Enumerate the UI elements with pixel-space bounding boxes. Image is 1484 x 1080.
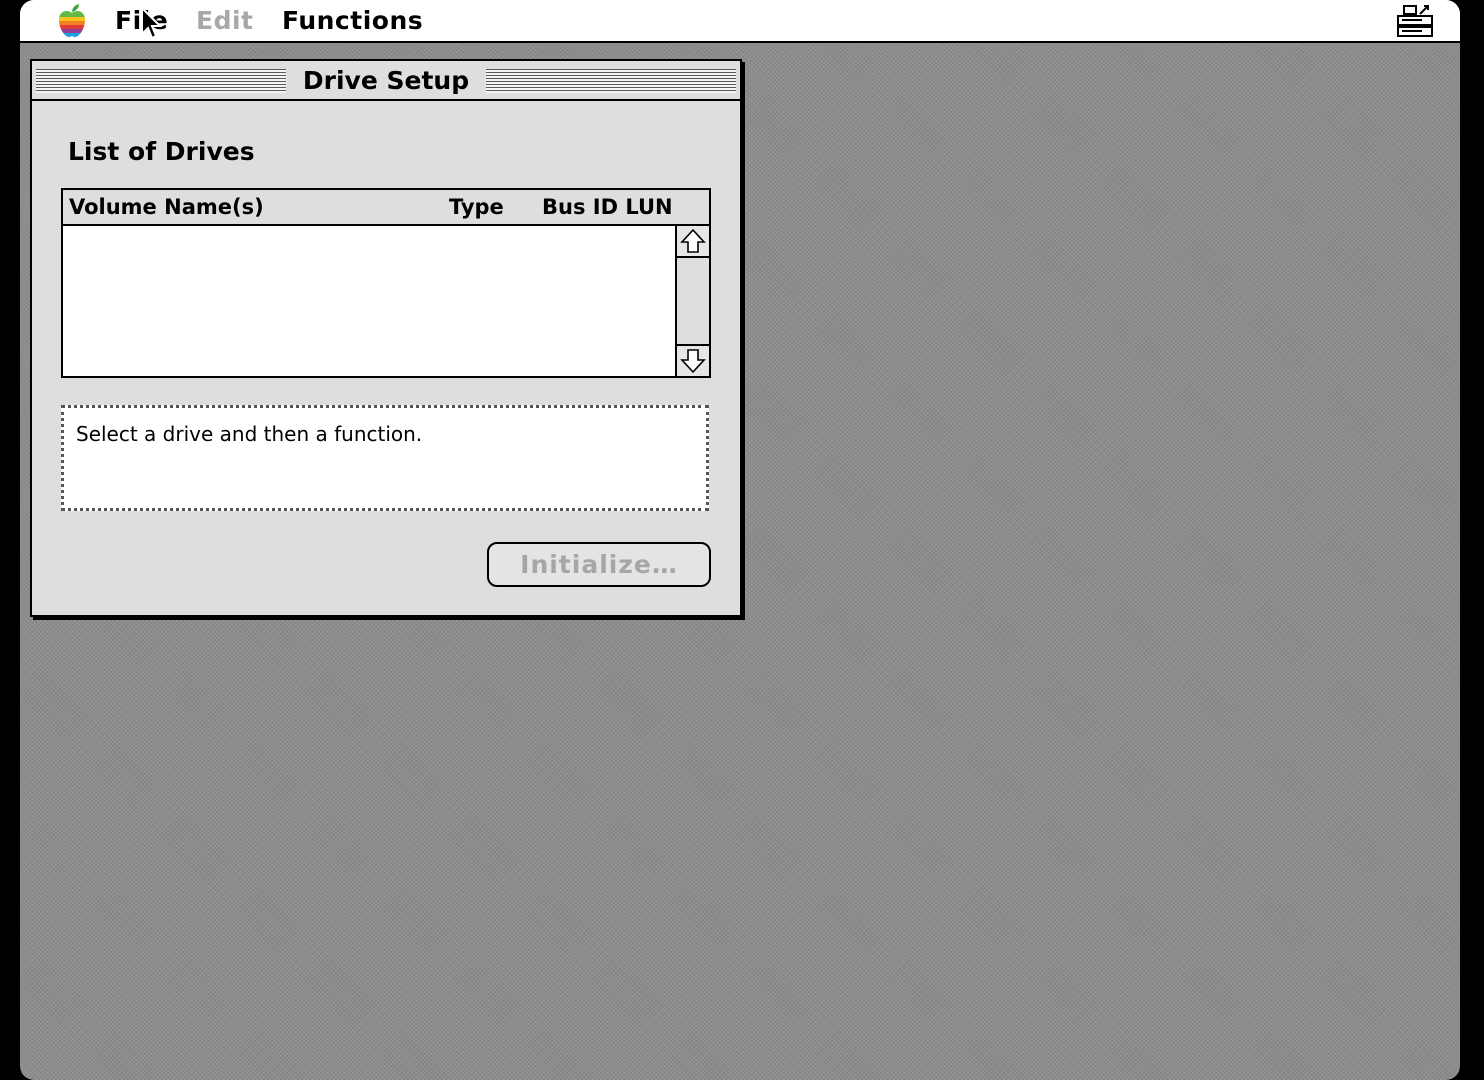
column-volume-names: Volume Name(s): [69, 195, 264, 219]
application-menu-icon[interactable]: [1396, 4, 1436, 40]
menu-edit[interactable]: Edit: [196, 5, 254, 37]
drive-list-header: Volume Name(s) Type Bus ID LUN: [63, 190, 709, 226]
drive-list-scrollbar[interactable]: [675, 226, 709, 376]
title-bar-stripes-right: [486, 69, 736, 93]
window-title-bar[interactable]: Drive Setup: [32, 61, 740, 101]
desktop: File Edit Functions Drive Setup List of …: [20, 0, 1460, 1080]
list-of-drives-label: List of Drives: [68, 137, 255, 166]
arrow-down-icon: [680, 349, 706, 374]
initialize-button[interactable]: Initialize…: [487, 542, 711, 587]
drive-setup-window: Drive Setup List of Drives Volume Name(s…: [30, 59, 742, 617]
status-message-box: Select a drive and then a function.: [61, 405, 709, 511]
menu-bar: File Edit Functions: [20, 0, 1460, 43]
menu-functions[interactable]: Functions: [282, 5, 423, 37]
scroll-up-button[interactable]: [677, 226, 709, 258]
drive-list[interactable]: Volume Name(s) Type Bus ID LUN: [61, 188, 711, 378]
mouse-cursor-icon: [141, 6, 163, 40]
title-bar-stripes-left: [36, 69, 286, 93]
scroll-down-button[interactable]: [677, 344, 709, 376]
drive-list-body[interactable]: [63, 226, 675, 376]
status-message: Select a drive and then a function.: [76, 422, 423, 446]
apple-menu-icon[interactable]: [56, 4, 88, 38]
window-title: Drive Setup: [288, 63, 484, 99]
column-type: Type: [449, 195, 504, 219]
column-bus-id-lun: Bus ID LUN: [542, 195, 673, 219]
arrow-up-icon: [680, 228, 706, 253]
